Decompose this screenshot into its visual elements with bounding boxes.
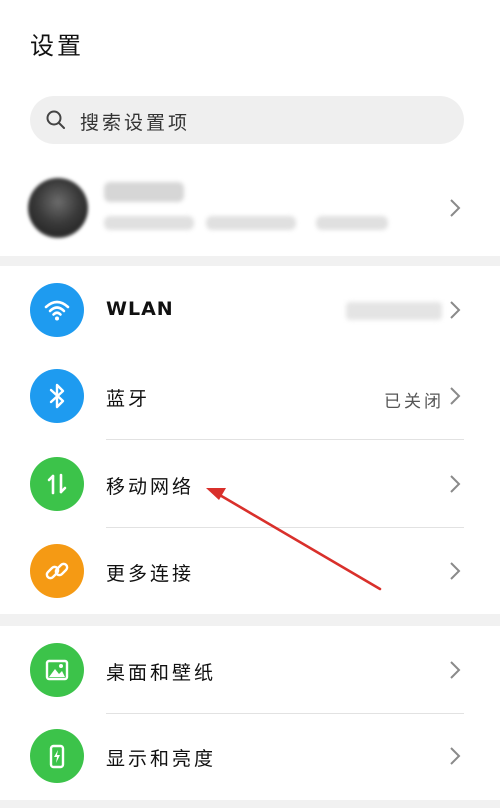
- wlan-label: WLAN: [106, 298, 174, 320]
- brightness-label: 显示和亮度: [106, 748, 217, 770]
- more-connections-label: 更多连接: [106, 563, 195, 585]
- mobile-network-label: 移动网络: [106, 476, 195, 498]
- bluetooth-row[interactable]: 蓝牙 已关闭: [0, 352, 500, 440]
- account-info-blurred-1: [104, 216, 194, 230]
- display-card: 桌面和壁纸 显示和亮度: [0, 626, 500, 800]
- search-icon: [46, 110, 65, 129]
- wallpaper-row[interactable]: 桌面和壁纸: [0, 626, 500, 714]
- wlan-row[interactable]: WLAN: [0, 266, 500, 354]
- mobile-network-row[interactable]: 移动网络: [0, 440, 500, 528]
- wallpaper-label: 桌面和壁纸: [106, 662, 217, 684]
- avatar: [28, 178, 88, 238]
- chevron-right-icon: [450, 301, 461, 319]
- brightness-row[interactable]: 显示和亮度: [0, 712, 500, 800]
- bluetooth-icon: [30, 369, 84, 423]
- more-connections-row[interactable]: 更多连接: [0, 527, 500, 615]
- bluetooth-label: 蓝牙: [106, 388, 151, 410]
- chevron-right-icon: [450, 562, 461, 580]
- account-info-blurred-2: [206, 216, 296, 230]
- chevron-right-icon: [450, 199, 461, 217]
- chevron-right-icon: [450, 661, 461, 679]
- mobile-network-icon: [30, 457, 84, 511]
- link-icon: [30, 544, 84, 598]
- settings-screen: 设置 搜索设置项 WLAN 蓝牙 已关闭 移动网络 更多连接 桌面和壁纸 显示和…: [0, 0, 500, 808]
- connectivity-card: WLAN 蓝牙 已关闭 移动网络 更多连接: [0, 266, 500, 614]
- account-row[interactable]: [0, 172, 500, 244]
- account-info-blurred-3: [316, 216, 388, 230]
- chevron-right-icon: [450, 475, 461, 493]
- chevron-right-icon: [450, 387, 461, 405]
- wifi-icon: [30, 283, 84, 337]
- wlan-network-name-blurred: [346, 302, 442, 320]
- search-bar[interactable]: 搜索设置项: [30, 96, 464, 144]
- page-title: 设置: [30, 32, 84, 60]
- search-placeholder: 搜索设置项: [80, 112, 191, 134]
- wallpaper-icon: [30, 643, 84, 697]
- header-section: 设置 搜索设置项: [0, 0, 500, 256]
- brightness-icon: [30, 729, 84, 783]
- bluetooth-status: 已关闭: [384, 392, 444, 412]
- chevron-right-icon: [450, 747, 461, 765]
- account-name-blurred: [104, 182, 184, 202]
